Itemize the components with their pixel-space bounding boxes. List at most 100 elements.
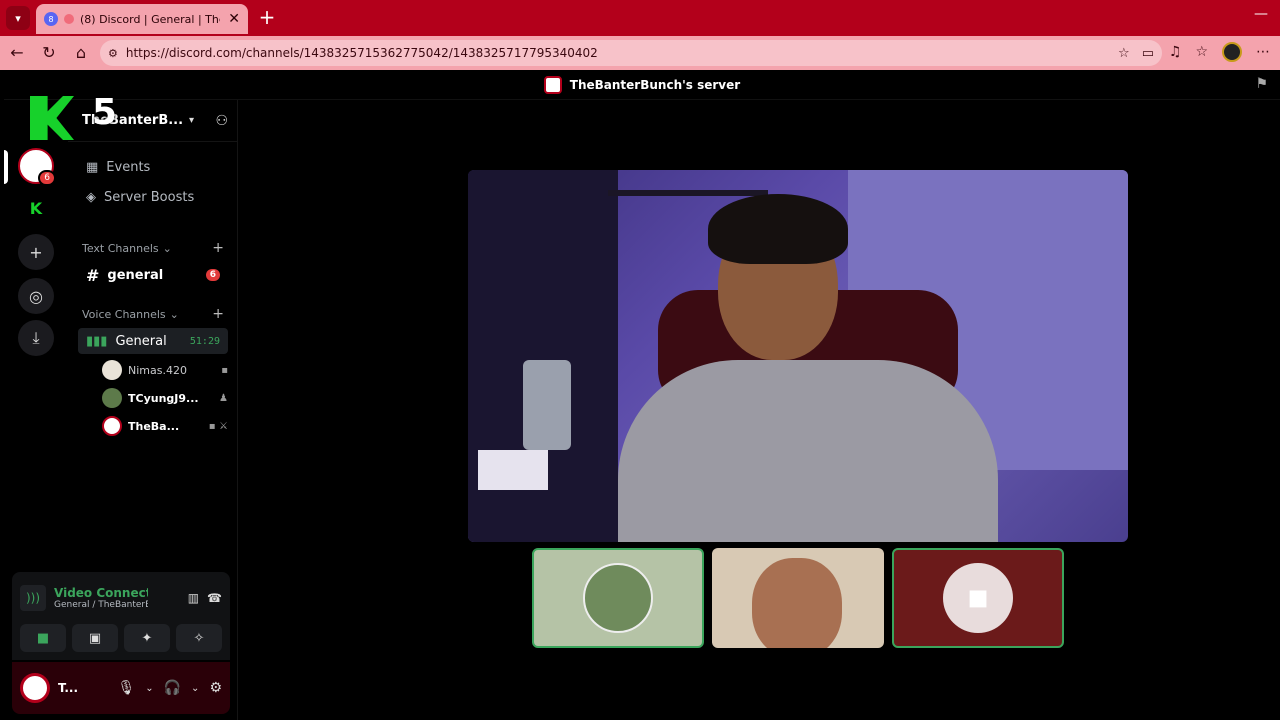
participant-video [752,558,842,648]
voice-member[interactable]: Nimas.420 ▪ [102,358,228,382]
events-label: Events [106,159,151,175]
tab-list-button[interactable]: ▾ [6,6,30,30]
avatar [102,360,122,380]
browser-toolbar: ← ↻ ⌂ ⚙ https://discord.com/channels/143… [0,36,1280,70]
user-name[interactable]: T... [58,681,94,695]
member-name: Nimas.420 [128,363,187,377]
voice-channels-category[interactable]: Voice Channels ⌄ + [78,304,228,324]
invite-people-icon[interactable]: ⚇ [215,113,228,129]
server-boosts-item[interactable]: ◈ Server Boosts [78,184,228,210]
browser-tabbar: ▾ 8 (8) Discord | General | TheBanterBun… [0,0,1280,36]
soundboard-button[interactable]: ✧ [176,624,222,652]
reload-button[interactable]: ↻ [38,42,60,64]
chevron-down-icon: ⌄ [169,307,179,321]
tab-title: (8) Discord | General | TheBanterBunch's… [80,12,220,26]
headphones-icon[interactable]: 🎧 [164,680,181,696]
screen-share-button[interactable]: ▣ [72,624,118,652]
voice-status-subtitle[interactable]: General / TheBanterBunch's server [54,600,148,610]
tumbler-cup [523,360,571,450]
server-banterbunch[interactable]: 6 [18,148,56,186]
camera-icon: ▪ [221,364,228,376]
site-info-icon[interactable]: ⚙ [108,47,118,60]
channel-general-text[interactable]: # general 6 [78,262,228,288]
camera-icon: ▪ ⚔ [208,420,228,432]
camera-permission-icon[interactable]: ▭ [1142,46,1154,61]
avatar [102,416,122,436]
playstation-icon: ♟ [219,392,228,404]
server-badge: 6 [38,170,56,186]
voice-connection-panel: ))) Video Connected General / TheBanterB… [12,572,230,660]
category-label: Text Channels [82,241,159,255]
active-server-pill [4,150,8,184]
new-tab-button[interactable]: + [256,6,278,28]
more-menu-icon[interactable]: ⋯ [1256,44,1270,60]
address-bar[interactable]: ⚙ https://discord.com/channels/143832571… [100,40,1162,66]
participant-tile[interactable] [712,548,884,648]
events-item[interactable]: ▦ Events [78,154,228,180]
channel-name: general [107,267,164,283]
category-label: Voice Channels [82,307,166,321]
create-channel-icon[interactable]: + [212,240,224,256]
profile-avatar[interactable] [1222,42,1242,62]
back-button[interactable]: ← [6,42,28,64]
participant-tile[interactable]: ■ [892,548,1064,648]
boost-icon: ◈ [86,189,96,205]
camera-toggle-button[interactable]: ■ [20,624,66,652]
favorites-icon[interactable]: ☆ [1195,44,1208,60]
main-video-stream[interactable] [468,170,1128,542]
participant-tile[interactable] [532,548,704,648]
avatar [102,388,122,408]
user-avatar[interactable] [20,673,50,703]
chevron-down-icon[interactable]: ⌄ [145,683,153,694]
chevron-down-icon: ▾ [189,115,195,126]
bookmark-star-icon[interactable]: ☆ [1118,46,1130,61]
browser-tab[interactable]: 8 (8) Discord | General | TheBanterBunch… [36,4,248,34]
voice-status-title[interactable]: Video Connected [54,586,148,600]
disconnect-icon[interactable]: ☎ [207,591,222,605]
text-channels-category[interactable]: Text Channels ⌄ + [78,238,228,258]
person-hair [708,194,848,264]
voice-activity-icon: ▮▮▮ [86,333,108,349]
member-name: TheBa... [128,419,180,433]
discover-icon[interactable]: ◎ [18,278,54,314]
close-tab-icon[interactable]: ✕ [228,11,240,27]
hashtag-icon: # [86,265,100,285]
home-button[interactable]: ⌂ [70,42,92,64]
media-control-icon[interactable]: ♫ [1169,44,1182,60]
server-boosts-label: Server Boosts [104,189,195,205]
voice-member[interactable]: TheBa... ▪ ⚔ [102,414,228,438]
unread-badge: 6 [205,269,220,281]
settings-gear-icon[interactable]: ⚙ [209,680,222,696]
overlay-number: 5 [92,92,118,133]
white-box [478,450,548,490]
flag-icon[interactable]: ⚑ [1255,76,1268,92]
participant-avatar [583,563,653,633]
discord-favicon-icon: 8 [44,12,58,26]
shelf [608,190,768,196]
activities-button[interactable]: ✦ [124,624,170,652]
voice-duration: 51:29 [189,335,220,347]
voice-member[interactable]: TCyungJ9... ♟ [102,386,228,410]
chevron-down-icon: ⌄ [162,241,172,255]
connection-signal-icon[interactable]: ))) [20,585,46,611]
minimize-window-icon[interactable]: — [1254,6,1268,22]
person-body [618,360,998,542]
microphone-icon[interactable]: 🎙 [117,680,135,696]
voice-channel-general[interactable]: ▮▮▮ General 51:29 [78,328,228,354]
create-channel-icon[interactable]: + [212,306,224,322]
app-titlebar: TheBanterBunch's server [4,70,1280,100]
calendar-icon: ▦ [86,159,99,175]
channel-name: General [115,333,167,349]
url-text[interactable]: https://discord.com/channels/14383257153… [126,46,598,60]
window-title: TheBanterBunch's server [569,77,741,92]
member-name: TCyungJ9... [128,391,199,405]
add-server-icon[interactable]: + [18,234,54,270]
chevron-down-icon[interactable]: ⌄ [191,683,199,694]
download-icon[interactable]: ⤓ [18,320,54,356]
server-kick[interactable]: K [18,190,54,226]
audio-indicator-icon [64,14,74,24]
noise-suppression-icon[interactable]: ▥ [188,591,199,605]
discord-app: TheBanterBunch's server ⚑ 6 K + ◎ ⤓ TheB… [4,70,1280,720]
camera-icon: ■ [967,585,989,611]
user-panel: T... 🎙 ⌄ 🎧 ⌄ ⚙ [12,662,230,714]
